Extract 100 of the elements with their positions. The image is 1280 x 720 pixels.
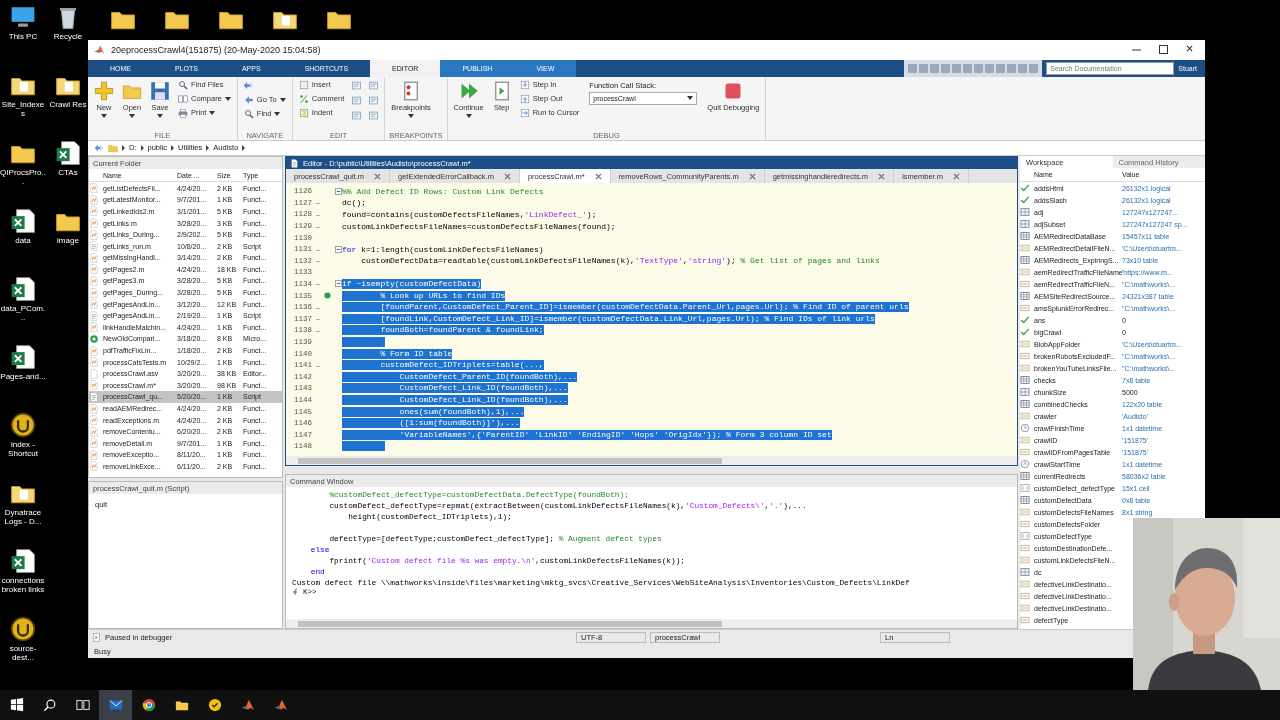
folder-icon	[108, 142, 118, 153]
fold-icon[interactable]	[335, 280, 342, 288]
desktop-icon[interactable]: Recycle	[48, 4, 88, 72]
windows-icon	[9, 698, 24, 712]
browser-icon	[141, 698, 156, 712]
desktop-icon[interactable]: index - Shortcut	[0, 412, 46, 480]
text-variable-icon	[1020, 339, 1030, 350]
desktop-icon[interactable]: image	[48, 208, 88, 276]
scrollbar-thumb[interactable]	[298, 457, 723, 464]
text-variable-icon	[1020, 579, 1030, 590]
go-to-icon	[243, 94, 254, 105]
floppy-icon	[150, 80, 170, 101]
desktop-icon[interactable]: Site_Indexes	[0, 72, 46, 140]
caret-icon	[687, 96, 694, 101]
checkmark-icon	[1020, 183, 1030, 194]
caret-icon	[224, 96, 231, 101]
desktop-icon[interactable]: CTAs	[48, 140, 88, 208]
line-marker: –	[315, 302, 321, 312]
text-variable-icon	[1020, 435, 1030, 446]
step-icon	[92, 633, 101, 643]
desktop-icon[interactable]: QIProcsPro...	[0, 140, 46, 208]
matrix-icon	[1020, 207, 1030, 218]
desktop-icon[interactable]: This PC	[0, 4, 46, 72]
script-icon	[290, 158, 299, 168]
percent-icon	[298, 93, 309, 104]
caret-icon	[274, 111, 281, 116]
code-line: customDefectData=readtable(customLinkDefectsFileNames(k),'TextType','string'); % Get list of pages and links	[360, 256, 880, 266]
caret-icon	[279, 97, 286, 102]
matlab-icon	[273, 698, 288, 712]
text-variable-icon	[1020, 447, 1030, 458]
tool-icon	[351, 79, 363, 91]
caret-icon	[101, 113, 107, 118]
code-line: %% Add Defect ID Rows: Custom Link Defects	[342, 186, 544, 196]
fold-icon[interactable]	[335, 245, 342, 253]
desktop-icon[interactable]: data_PCom...	[0, 276, 46, 344]
caret-icon	[209, 110, 216, 115]
fold-icon[interactable]	[335, 187, 342, 195]
matlab-icon	[94, 44, 105, 56]
task-view-icon	[75, 698, 90, 712]
step-out-icon	[519, 93, 530, 104]
caret-icon	[157, 113, 163, 118]
text-variable-icon	[1020, 303, 1030, 314]
desktop-icon[interactable]: Crawl Res	[48, 72, 88, 140]
tool-icon	[351, 94, 363, 106]
matrix-icon	[1020, 567, 1030, 578]
code-line: dc();	[342, 198, 366, 208]
caret-icon	[129, 113, 135, 118]
text-variable-icon	[1020, 411, 1030, 422]
code-line: for k=1:length(customLinkDefectsFileNames)	[342, 244, 544, 254]
line-marker: –	[315, 198, 321, 208]
caret-icon	[465, 113, 472, 118]
text-variable-icon	[1020, 363, 1030, 374]
caret-icon	[408, 113, 415, 118]
close-icon[interactable]	[594, 172, 602, 180]
checkmark-icon	[1020, 195, 1030, 206]
text-variable-icon	[1020, 543, 1030, 554]
search-icon	[243, 108, 254, 119]
tool-icon	[351, 109, 363, 121]
insert-icon	[298, 79, 309, 90]
close-icon[interactable]	[1186, 45, 1193, 53]
round-logo-icon	[10, 616, 36, 642]
text-variable-icon	[1020, 519, 1030, 530]
text-variable-icon	[1020, 555, 1030, 566]
maximize-icon[interactable]	[1159, 45, 1168, 55]
text-variable-icon	[1020, 243, 1030, 254]
text-variable-icon	[1020, 279, 1030, 290]
mail-icon	[108, 698, 123, 712]
text-variable-icon	[1020, 351, 1030, 362]
code-line: found=contains(customDefectsFileNames,'LinkDefect_');	[342, 209, 597, 219]
line-marker: –	[315, 325, 321, 335]
spreadsheet-icon	[55, 140, 81, 166]
desktop-icon[interactable]: data	[0, 208, 46, 276]
spreadsheet-icon	[10, 208, 36, 234]
desktop-icon[interactable]: source-dest...	[0, 616, 46, 684]
desktop-icon[interactable]: Dynatrace Logs - D...	[0, 480, 46, 548]
cursor-icon	[519, 107, 530, 118]
text-variable-icon	[1020, 615, 1030, 626]
desktop-icon[interactable]: Pages-and...	[0, 344, 46, 412]
text-variable-icon	[1020, 507, 1030, 518]
code-line: customLinkDefectsFileNames=customDefectsFileNames(found);	[342, 221, 616, 231]
checkmark-icon	[1020, 327, 1030, 338]
search-icon	[178, 79, 188, 90]
tool-icon	[368, 94, 380, 106]
function-icon[interactable]	[292, 588, 300, 597]
text-variable-icon	[1020, 603, 1030, 614]
step-in-icon	[519, 79, 530, 90]
line-marker: –	[315, 209, 321, 219]
computer-icon	[10, 4, 36, 30]
indent-icon	[298, 107, 309, 118]
line-marker: –	[315, 360, 321, 370]
arrows-icon	[94, 142, 104, 153]
matrix-icon	[1020, 219, 1030, 230]
line-marker: –	[315, 244, 321, 254]
round-logo-icon	[10, 412, 36, 438]
text-variable-icon	[1020, 267, 1030, 278]
scrollbar-thumb[interactable]	[298, 620, 723, 627]
printer-icon	[178, 107, 188, 118]
desktop-icon[interactable]: connections broken links	[0, 548, 46, 616]
text-variable-icon	[1020, 591, 1030, 602]
checkmark-icon	[1020, 315, 1030, 326]
